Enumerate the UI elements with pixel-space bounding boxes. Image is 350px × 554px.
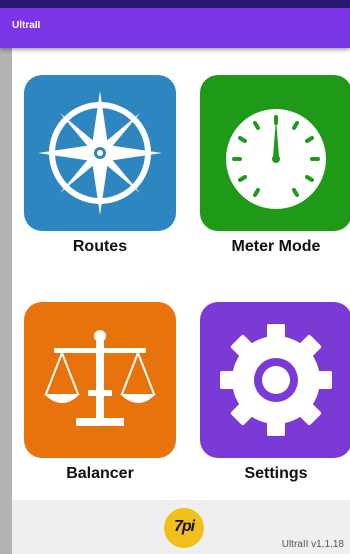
balancer-label: Balancer xyxy=(66,465,134,482)
app-title: UltraII xyxy=(12,20,41,31)
scale-icon xyxy=(44,330,156,426)
settings-button[interactable] xyxy=(200,302,350,458)
footer-bar: 7pi UltraII v1.1.18 xyxy=(12,500,350,554)
app-screen: UltraII Routes Meter Mode Balancer Setti… xyxy=(0,0,350,554)
logo-text: 7pi xyxy=(173,518,195,535)
meter-mode-button[interactable] xyxy=(200,75,350,231)
settings-label: Settings xyxy=(244,465,308,482)
meter-mode-label: Meter Mode xyxy=(231,238,321,255)
brand-logo: 7pi xyxy=(164,508,204,548)
balancer-button[interactable] xyxy=(24,302,176,458)
version-label: UltraII v1.1.18 xyxy=(281,539,344,550)
compass-icon xyxy=(38,91,162,215)
gear-icon xyxy=(220,324,332,436)
routes-label: Routes xyxy=(72,238,128,255)
status-bar xyxy=(0,0,350,8)
gauge-icon xyxy=(226,109,326,209)
app-bar: UltraII xyxy=(0,8,350,48)
routes-button[interactable] xyxy=(24,75,176,231)
main-grid: Routes Meter Mode Balancer Settings xyxy=(12,48,350,500)
